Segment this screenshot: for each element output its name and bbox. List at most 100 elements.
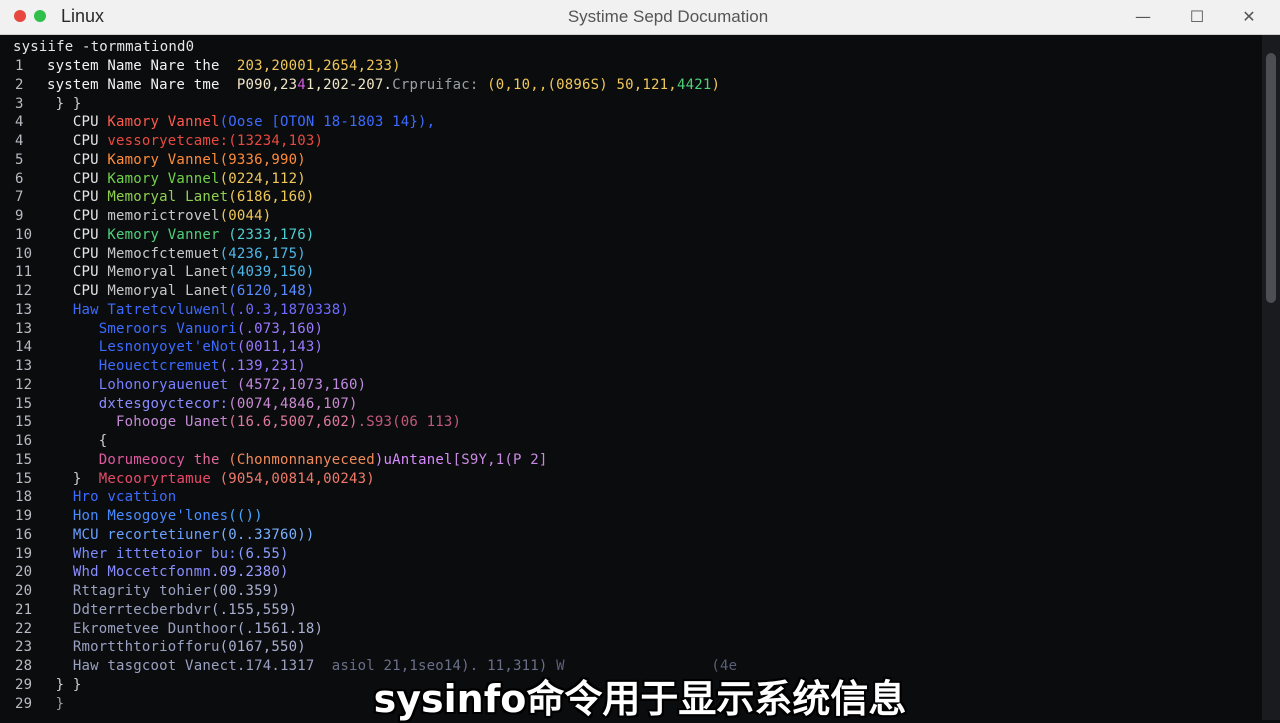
code-token: Rmortthtoriofforu xyxy=(47,639,220,656)
code-token: (.073,160) xyxy=(236,320,324,337)
code-token: CPU xyxy=(47,208,108,224)
code-token: Memoryal Lanet xyxy=(107,189,229,206)
terminal-line: 14 Lesnonyoyet'eNot(0011,143) xyxy=(0,338,1262,356)
line-number: 14 xyxy=(15,339,33,356)
code-token: Ekrometvee Dunthoor xyxy=(47,620,237,637)
code-token: system Name Nare tme xyxy=(47,76,237,93)
minimize-button[interactable]: — xyxy=(1128,4,1158,30)
line-content: Lohonoryauenuet (4572,1073,160) xyxy=(47,376,366,394)
line-number: 13 xyxy=(15,320,33,337)
code-token: (0167,550) xyxy=(219,639,306,656)
line-content: Smeroors Vanuori(.073,160) xyxy=(47,320,323,338)
line-number: 3 xyxy=(15,95,24,112)
line-number: 16 xyxy=(15,526,33,543)
code-token: (4236,175) xyxy=(219,245,306,262)
code-token: )uAntanel xyxy=(374,451,453,468)
code-token: } xyxy=(47,470,99,487)
code-token: ) xyxy=(711,76,721,93)
code-token: Mecooryrtamue xyxy=(98,470,220,487)
code-token: 4 xyxy=(297,76,306,93)
line-number: 20 xyxy=(15,583,33,599)
code-token: vessoryetcame: xyxy=(107,133,229,149)
line-number: 2 xyxy=(15,76,24,93)
terminal-output[interactable]: sysiife -tormmationd0 1 system Name Nare … xyxy=(0,35,1262,720)
line-number: 9 xyxy=(15,208,24,224)
terminal-line: 15 dxtesgoyctecor:(0074,4846,107) xyxy=(0,395,1262,413)
code-token: Hro vcattion xyxy=(47,489,177,506)
line-number: 15 xyxy=(15,414,33,431)
close-button[interactable]: ✕ xyxy=(1234,4,1264,30)
scrollbar-thumb[interactable] xyxy=(1266,53,1276,303)
terminal-line: 13 Heouectcremuet(.139,231) xyxy=(0,357,1262,375)
code-token: (.0.3,1870338) xyxy=(228,301,350,318)
line-number: 12 xyxy=(15,376,33,393)
line-content: Wher itttetoior bu:(6.55) xyxy=(47,545,289,563)
terminal-line: 10 CPU Memocfctemuet(4236,175) xyxy=(0,245,1262,263)
terminal-line: 16 { xyxy=(0,432,1262,450)
terminal-line: 12 CPU Memoryal Lanet(6120,148) xyxy=(0,282,1262,300)
line-number: 15 xyxy=(15,451,33,468)
line-number: 16 xyxy=(15,433,33,449)
code-token: (6186,160) xyxy=(228,189,315,206)
line-content: Rmortthtoriofforu(0167,550) xyxy=(47,638,306,656)
code-token: Kamory Vannel xyxy=(107,114,220,131)
line-number: 18 xyxy=(15,489,33,506)
code-token: (13234,103) xyxy=(228,133,324,149)
code-token: system Name Nare the xyxy=(47,58,237,74)
code-token: Dorumeoocy xyxy=(47,451,194,468)
line-content: CPU Kamory Vannel(0224,112) xyxy=(47,170,306,188)
code-token: (16.6,5007,602) xyxy=(228,414,358,431)
maximize-button[interactable]: ☐ xyxy=(1182,4,1212,30)
code-token: CPU xyxy=(47,170,108,187)
code-token: CPU xyxy=(47,151,108,168)
terminal-line: 10 CPU Kemory Vanner (2333,176) xyxy=(0,226,1262,244)
line-number: 4 xyxy=(15,114,24,131)
code-token: Memoryal Lanet xyxy=(107,283,229,299)
line-content: } } xyxy=(47,95,82,113)
code-token: (Oose [OTON 18-1803 14}), xyxy=(219,114,436,131)
terminal-line: 22 Ekrometvee Dunthoor(.1561.18) xyxy=(0,620,1262,638)
code-token: dxtesgoyctecor: xyxy=(47,395,229,412)
terminal-line: 6 CPU Kamory Vannel(0224,112) xyxy=(0,170,1262,188)
line-content: Haw Tatretcvluwenl(.0.3,1870338) xyxy=(47,301,349,319)
line-number: 11 xyxy=(15,264,33,281)
code-token: Heouectcremuet xyxy=(47,358,220,374)
code-token: (6.55) xyxy=(236,545,289,562)
code-token: memorictrovel xyxy=(107,208,220,224)
code-token: (0224,112) xyxy=(219,170,306,187)
line-content: system Name Nare tme P090,2341,202-207.C… xyxy=(47,76,720,94)
terminal-line: 20 Rttagrity tohier(00.359) xyxy=(0,582,1262,600)
code-token: 203,20001,2654,233) xyxy=(236,58,401,74)
code-token: Kamory Vannel xyxy=(107,170,220,187)
line-number: 5 xyxy=(15,151,24,168)
line-content: Hro vcattion xyxy=(47,488,176,506)
code-token: } } xyxy=(47,95,82,112)
code-token: (0044) xyxy=(219,208,272,224)
terminal-line: 19 Wher itttetoior bu:(6.55) xyxy=(0,545,1262,563)
line-content: Ekrometvee Dunthoor(.1561.18) xyxy=(47,620,323,638)
line-number: 21 xyxy=(15,601,33,618)
vertical-scrollbar[interactable] xyxy=(1262,35,1280,720)
line-content: Heouectcremuet(.139,231) xyxy=(47,357,306,375)
line-number: 22 xyxy=(15,620,33,637)
code-token: (6120,148) xyxy=(228,283,315,299)
terminal-line: 16 MCU recortetiuner(0..33760)) xyxy=(0,526,1262,544)
code-token: the xyxy=(193,451,229,468)
code-token: CPU xyxy=(47,283,108,299)
line-content: Dorumeoocy the (Chonmonnanyeceed)uAntane… xyxy=(47,451,548,469)
line-content: Fohooge Uanet(16.6,5007,602).S93(06 113) xyxy=(47,413,461,431)
code-token: Haw Tatretcvluwenl xyxy=(47,301,229,318)
code-token: Memocfctemuet xyxy=(107,245,220,262)
code-token: Rttagrity tohier xyxy=(47,583,211,599)
line-content: Hon Mesogoye'lones(()) xyxy=(47,507,263,525)
line-number: 10 xyxy=(15,226,33,243)
terminal-line: 4 CPU vessoryetcame:(13234,103) xyxy=(0,132,1262,150)
line-number: 7 xyxy=(15,189,24,206)
code-token: (9336,990) xyxy=(219,151,306,168)
code-token: Fohooge Uanet xyxy=(47,414,229,431)
line-content: CPU memorictrovel(0044) xyxy=(47,207,271,225)
code-token: CPU xyxy=(47,189,108,206)
line-number: 23 xyxy=(15,639,33,656)
code-token: Kemory Vanner xyxy=(107,226,229,243)
code-token: (()) xyxy=(228,508,263,524)
